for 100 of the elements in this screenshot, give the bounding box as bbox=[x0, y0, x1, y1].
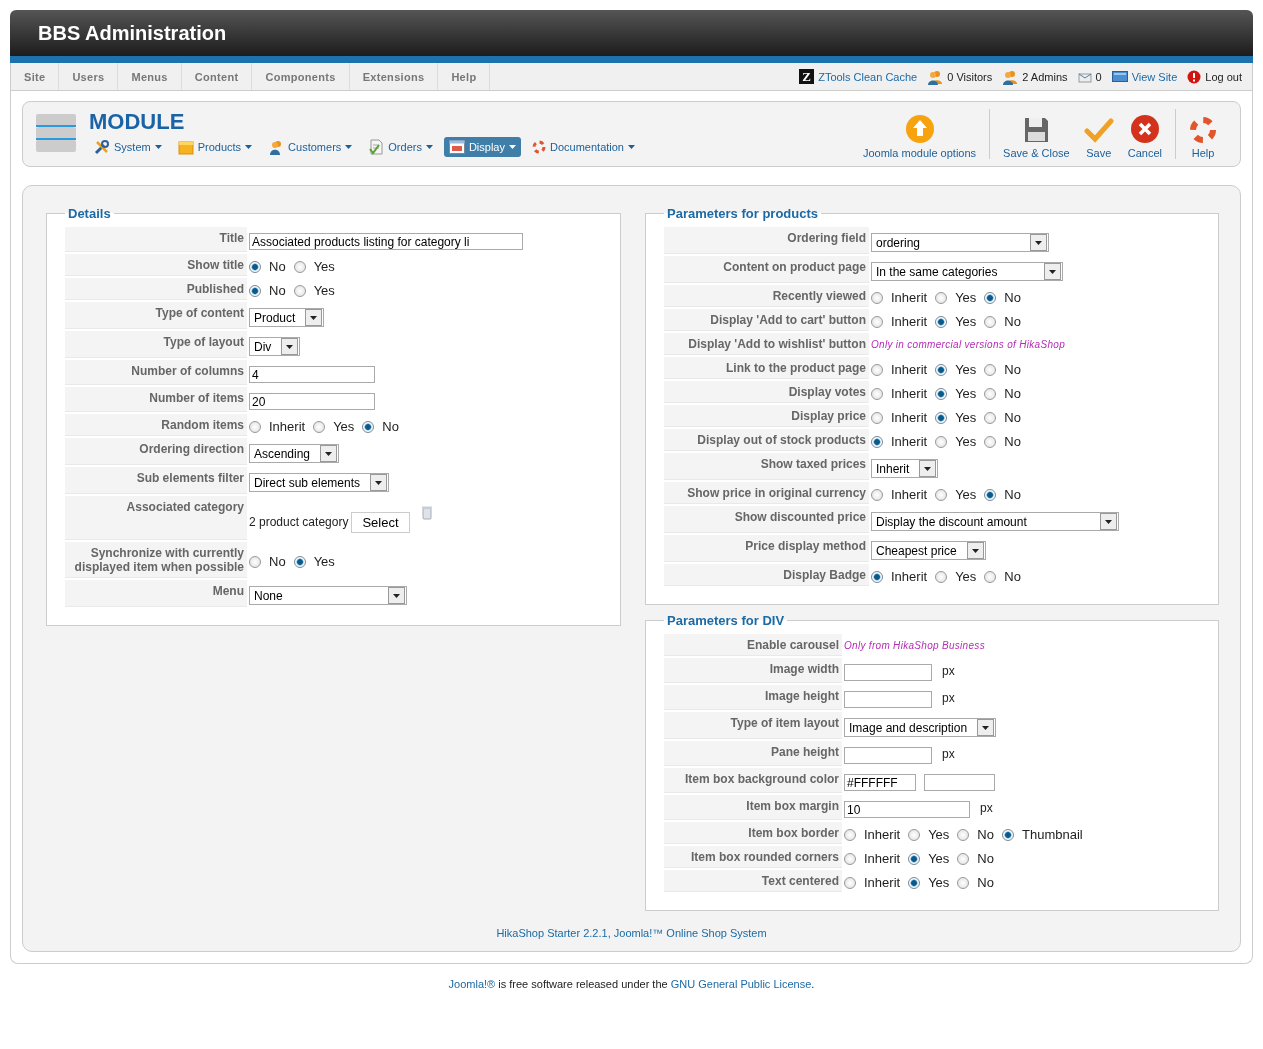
text-field[interactable] bbox=[844, 747, 932, 764]
radio-button[interactable] bbox=[313, 420, 326, 433]
select-field[interactable]: Inherit bbox=[871, 459, 939, 478]
radio-button[interactable] bbox=[249, 284, 261, 297]
radio-button[interactable] bbox=[935, 411, 948, 424]
radio-button[interactable] bbox=[871, 488, 883, 501]
toolbar-button[interactable]: Save & Close bbox=[1000, 109, 1073, 159]
menu-item[interactable]: Users bbox=[59, 63, 119, 90]
footer-link[interactable]: Joomla!® bbox=[448, 978, 496, 990]
field-label: Display out of stock products bbox=[664, 429, 869, 451]
radio-button[interactable] bbox=[249, 555, 261, 568]
radio-button[interactable] bbox=[984, 411, 997, 424]
menu-item[interactable]: Content bbox=[181, 63, 253, 90]
section-title: Parameters for products bbox=[666, 206, 819, 221]
select-field[interactable]: Direct sub elements bbox=[249, 473, 390, 492]
select-field[interactable]: Div bbox=[249, 337, 301, 356]
radio-button[interactable] bbox=[935, 315, 948, 328]
select-field[interactable]: ordering bbox=[871, 233, 1049, 252]
toolbar-button[interactable]: Help bbox=[1186, 109, 1220, 159]
toolbar-button[interactable]: Joomla module options bbox=[859, 109, 980, 159]
status-link[interactable]: ZTools Clean Cache bbox=[818, 70, 918, 83]
select-field[interactable]: Product bbox=[249, 308, 325, 327]
field-label: Ordering field bbox=[664, 227, 869, 254]
caret-icon bbox=[375, 480, 383, 485]
select-field[interactable]: Ascending bbox=[249, 444, 340, 463]
radio-button[interactable] bbox=[935, 435, 948, 448]
radio-button[interactable] bbox=[362, 420, 375, 433]
radio-button[interactable] bbox=[871, 570, 883, 583]
radio-button[interactable] bbox=[1002, 828, 1014, 841]
toolbar-button[interactable]: Cancel bbox=[1124, 109, 1165, 159]
radio-button[interactable] bbox=[871, 435, 883, 448]
radio-button[interactable] bbox=[908, 828, 921, 841]
menu-item[interactable]: Menus bbox=[118, 63, 182, 90]
radio-button[interactable] bbox=[844, 876, 856, 889]
color-field[interactable]: #FFFFFF bbox=[844, 774, 916, 791]
radio-button[interactable] bbox=[293, 260, 306, 273]
text-field[interactable]: Associated products listing for category li bbox=[249, 233, 523, 250]
radio-button[interactable] bbox=[984, 488, 997, 501]
submenu-item[interactable]: Products bbox=[172, 136, 258, 158]
text-field[interactable] bbox=[844, 664, 932, 681]
radio-label: Inherit bbox=[891, 314, 928, 329]
select-field[interactable]: In the same categories bbox=[871, 262, 1063, 281]
menu-item[interactable]: Extensions bbox=[349, 63, 439, 90]
radio-button[interactable] bbox=[871, 411, 883, 424]
submenu-item[interactable]: Orders bbox=[363, 136, 438, 158]
radio-button[interactable] bbox=[984, 570, 997, 583]
radio-button[interactable] bbox=[935, 387, 948, 400]
submenu-item[interactable]: Customers bbox=[263, 136, 358, 158]
radio-button[interactable] bbox=[957, 876, 970, 889]
caret-icon bbox=[509, 145, 516, 149]
menu-item[interactable]: Components bbox=[252, 63, 350, 90]
radio-button[interactable] bbox=[957, 852, 970, 865]
select-field[interactable]: None bbox=[249, 586, 407, 605]
radio-label: Yes bbox=[955, 434, 977, 449]
radio-label: No bbox=[1004, 290, 1021, 305]
toolbar-button[interactable]: Save bbox=[1080, 109, 1117, 159]
radio-button[interactable] bbox=[957, 828, 970, 841]
select-field[interactable]: Image and description bbox=[844, 718, 997, 737]
submenu-item[interactable]: Display bbox=[443, 137, 521, 157]
radio-label: Thumbnail bbox=[1022, 827, 1083, 842]
text-field[interactable]: 4 bbox=[249, 366, 375, 383]
radio-button[interactable] bbox=[871, 363, 883, 376]
select-field[interactable]: Display the discount amount bbox=[871, 512, 1119, 531]
radio-button[interactable] bbox=[984, 291, 997, 304]
caret-icon bbox=[425, 145, 433, 149]
select-field[interactable]: Cheapest price bbox=[871, 541, 986, 560]
select-button[interactable]: Select bbox=[351, 511, 410, 533]
radio-button[interactable] bbox=[871, 291, 883, 304]
radio-button[interactable] bbox=[249, 260, 261, 273]
radio-button[interactable] bbox=[908, 876, 921, 889]
radio-button[interactable] bbox=[984, 435, 997, 448]
radio-button[interactable] bbox=[984, 387, 997, 400]
radio-button[interactable] bbox=[935, 570, 948, 583]
radio-label: Yes bbox=[955, 314, 977, 329]
menu-item[interactable]: Help bbox=[438, 63, 491, 90]
radio-button[interactable] bbox=[249, 420, 261, 433]
text-field[interactable]: 20 bbox=[249, 393, 375, 410]
radio-button[interactable] bbox=[844, 852, 856, 865]
radio-button[interactable] bbox=[984, 363, 997, 376]
credit-link[interactable]: HikaShop Starter 2.2.1, Joomla!™ Online Shop System bbox=[496, 927, 767, 939]
submenu-item[interactable]: System bbox=[89, 136, 167, 158]
field-label: Display price bbox=[664, 405, 869, 427]
caret-icon bbox=[982, 725, 990, 730]
menu-item[interactable]: Site bbox=[11, 63, 60, 90]
radio-button[interactable] bbox=[293, 284, 306, 297]
radio-button[interactable] bbox=[293, 555, 306, 568]
radio-button[interactable] bbox=[844, 828, 856, 841]
radio-button[interactable] bbox=[908, 852, 921, 865]
radio-button[interactable] bbox=[935, 488, 948, 501]
text-field[interactable] bbox=[844, 691, 932, 708]
radio-button[interactable] bbox=[984, 315, 997, 328]
status-link[interactable]: View Site bbox=[1131, 70, 1178, 83]
radio-button[interactable] bbox=[871, 315, 883, 328]
caret-icon bbox=[924, 466, 932, 471]
radio-button[interactable] bbox=[935, 363, 948, 376]
radio-button[interactable] bbox=[935, 291, 948, 304]
submenu-item[interactable]: Documentation bbox=[527, 137, 640, 157]
caret-icon bbox=[325, 451, 333, 456]
radio-button[interactable] bbox=[871, 387, 883, 400]
text-field[interactable]: 10 bbox=[844, 801, 970, 818]
